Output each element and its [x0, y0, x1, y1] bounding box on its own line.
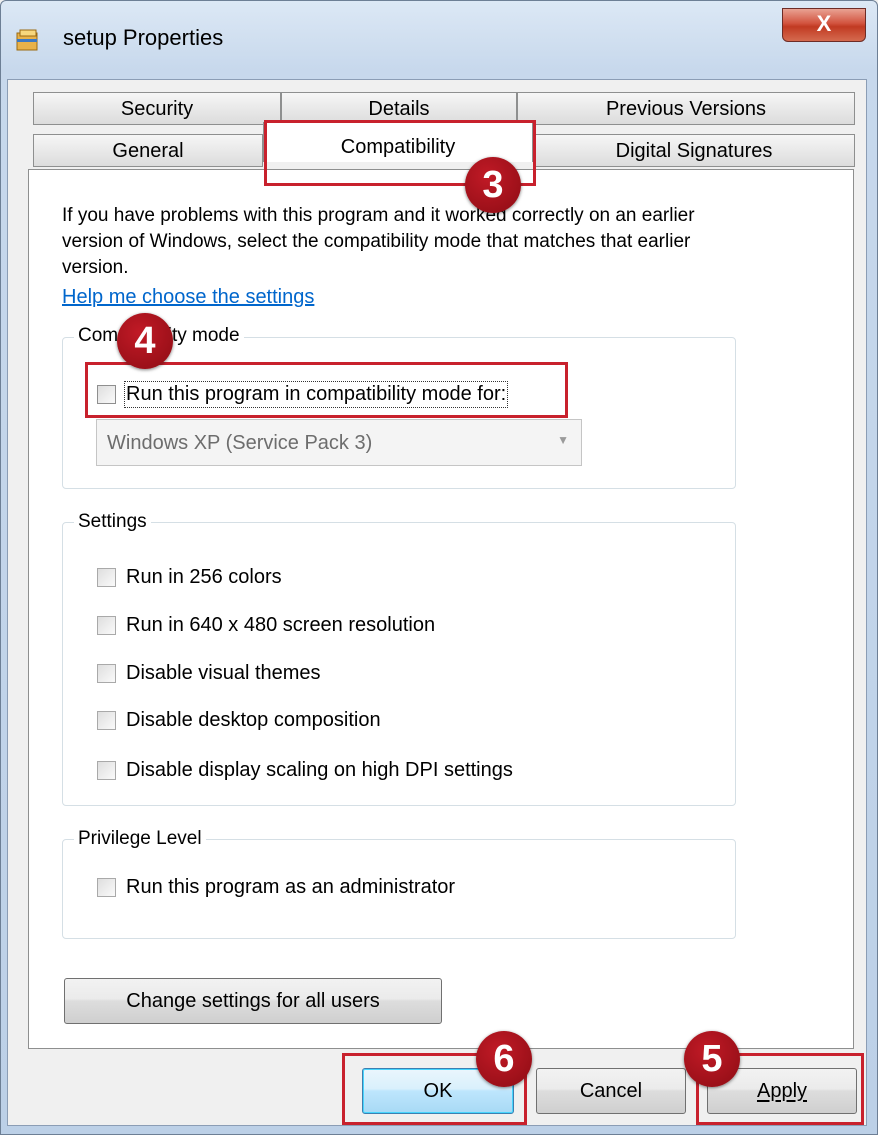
close-icon: X	[816, 11, 832, 36]
setting-checkbox-row[interactable]: Run in 640 x 480 screen resolution	[97, 614, 435, 637]
setting-label: Disable display scaling on high DPI sett…	[126, 759, 513, 781]
compatibility-description: If you have problems with this program a…	[62, 205, 695, 278]
run-as-admin-checkbox[interactable]	[97, 878, 116, 897]
tab-general[interactable]: General	[33, 134, 263, 167]
privilege-level-group-title: Privilege Level	[74, 828, 206, 850]
run-640x480-checkbox[interactable]	[97, 616, 116, 635]
setting-label: Run in 256 colors	[126, 566, 282, 588]
setting-checkbox-row[interactable]: Run in 256 colors	[97, 566, 282, 589]
setting-checkbox-row[interactable]: Disable display scaling on high DPI sett…	[97, 759, 513, 782]
setting-checkbox-row[interactable]: Disable desktop composition	[97, 709, 381, 732]
step-marker-3: 3	[465, 157, 521, 213]
annotation-highlight-compatibility-checkbox	[85, 362, 568, 418]
disable-visual-themes-checkbox[interactable]	[97, 664, 116, 683]
cancel-button[interactable]: Cancel	[536, 1068, 686, 1114]
os-version-select-value: Windows XP (Service Pack 3)	[107, 432, 373, 454]
tab-digital-signatures[interactable]: Digital Signatures	[533, 134, 855, 167]
setting-label: Disable visual themes	[126, 662, 321, 684]
step-marker-4: 4	[117, 313, 173, 369]
close-button[interactable]: X	[782, 8, 866, 42]
setting-label: Run in 640 x 480 screen resolution	[126, 614, 436, 636]
step-marker-6: 6	[476, 1031, 532, 1087]
setup-file-icon	[16, 29, 38, 51]
run-256-colors-checkbox[interactable]	[97, 568, 116, 587]
disable-desktop-composition-checkbox[interactable]	[97, 711, 116, 730]
chevron-down-icon: ▼	[557, 433, 569, 447]
os-version-select[interactable]: Windows XP (Service Pack 3) ▼	[96, 419, 582, 466]
setting-checkbox-row[interactable]: Disable visual themes	[97, 662, 321, 685]
disable-dpi-scaling-checkbox[interactable]	[97, 761, 116, 780]
run-as-admin-row[interactable]: Run this program as an administrator	[97, 876, 455, 899]
window-title: setup Properties	[63, 25, 224, 50]
title-bar[interactable]: setup Properties X	[1, 1, 877, 77]
tab-security[interactable]: Security	[33, 92, 281, 125]
change-settings-all-users-button[interactable]: Change settings for all users	[64, 978, 442, 1024]
settings-group-title: Settings	[74, 511, 151, 533]
run-as-admin-label: Run this program as an administrator	[126, 876, 456, 898]
setting-label: Disable desktop composition	[126, 709, 381, 731]
tab-previous-versions[interactable]: Previous Versions	[517, 92, 855, 125]
step-marker-5: 5	[684, 1031, 740, 1087]
help-choose-settings-link[interactable]: Help me choose the settings	[62, 286, 314, 309]
